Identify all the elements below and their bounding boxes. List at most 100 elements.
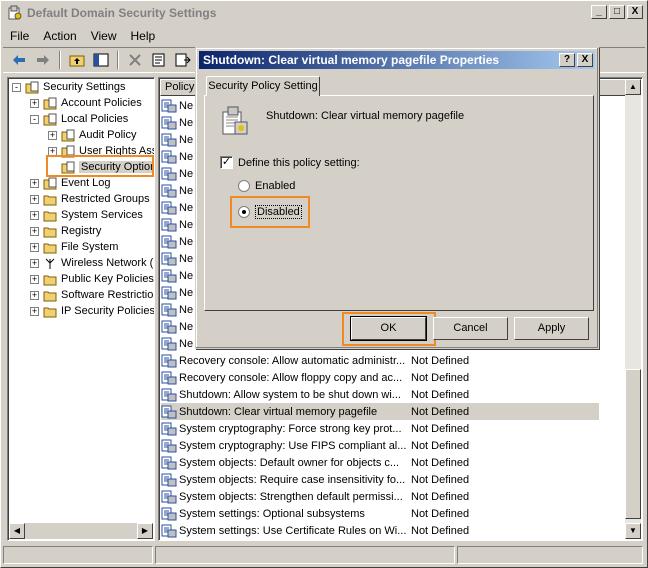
define-policy-checkbox[interactable]: ✓ [220,156,233,169]
expand-icon[interactable]: + [30,178,39,188]
minimize-button[interactable]: _ [591,5,607,19]
tree-item-audit-policy[interactable]: + Audit Policy [48,127,136,143]
scroll-left-button[interactable]: ◀ [9,523,25,539]
menu-view[interactable]: View [84,27,124,45]
tree-item-event-log[interactable]: + Event Log [30,175,111,191]
tree-item-security-settings[interactable]: - Security Settings [12,79,126,95]
tree-item-software-restriction-i[interactable]: + Software Restriction I [30,287,155,303]
policy-folder-icon [61,129,75,141]
policy-icon [161,354,177,367]
status-bar [3,546,645,566]
dialog-help-button[interactable]: ? [559,53,575,67]
apply-button[interactable]: Apply [514,317,589,340]
folder-icon [43,227,57,237]
dialog-close-button[interactable]: X [577,53,593,67]
policy-cell: Ne [179,252,194,265]
tree-item-label: IP Security Policies on [61,305,155,317]
show-tree-button[interactable] [91,51,111,69]
tree-item-registry[interactable]: + Registry [30,223,101,239]
cancel-button[interactable]: Cancel [433,317,508,340]
tree-item-label: System Services [61,209,143,221]
policy-icon [161,303,177,316]
collapse-icon[interactable]: - [12,82,21,92]
list-item[interactable]: System objects: Default owner for object… [161,454,599,471]
policy-icon [161,184,177,197]
tree-item-wireless-network-iee[interactable]: + Wireless Network (IEE [30,255,154,271]
back-button[interactable] [9,51,29,69]
tree-item-ip-security-policies-on[interactable]: + IP Security Policies on [30,303,155,319]
scroll-right-button[interactable]: ▶ [137,523,153,539]
policy-cell: Ne [179,218,194,231]
tree-item-label: Registry [61,225,102,237]
setting-cell: Not Defined [411,371,470,384]
tree-item-label: Software Restriction I [61,289,155,301]
up-level-button[interactable] [67,51,87,69]
close-button[interactable]: X [627,5,643,19]
scroll-down-button[interactable]: ▼ [625,523,641,539]
collapse-icon[interactable]: - [30,114,39,124]
define-policy-label: Define this policy setting: [238,156,360,169]
scroll-thumb[interactable] [625,369,641,519]
menu-file[interactable]: File [3,27,36,45]
policy-icon [161,252,177,265]
expand-icon[interactable]: + [30,274,39,284]
expand-icon[interactable]: + [30,226,39,236]
folder-icon [43,113,57,125]
list-item[interactable]: Shutdown: Clear virtual memory pagefile N… [161,403,599,420]
enabled-radio[interactable] [238,180,250,192]
folder-icon [43,275,57,285]
properties-button[interactable] [149,51,169,69]
delete-button[interactable] [125,51,145,69]
forward-button[interactable] [33,51,53,69]
horizontal-scrollbar[interactable]: ◀ ▶ [9,523,153,539]
expand-icon[interactable]: + [30,194,39,204]
maximize-button[interactable]: □ [609,5,625,19]
list-item[interactable]: System settings: Use Certificate Rules o… [161,522,599,539]
tree-item-restricted-groups[interactable]: + Restricted Groups [30,191,150,207]
define-policy-checkbox-row[interactable]: ✓ Define this policy setting: [220,156,360,169]
disabled-highlight-box [230,196,310,228]
expand-icon[interactable]: + [30,290,39,300]
dialog-titlebar[interactable]: Shutdown: Clear virtual memory pagefile … [199,51,595,69]
setting-cell: Not Defined [411,524,470,537]
expand-icon[interactable]: + [30,98,39,108]
policy-cell: Recovery console: Allow floppy copy and … [179,371,403,384]
list-item[interactable]: Shutdown: Allow system to be shut down w… [161,386,599,403]
arrow-left-icon [13,55,25,65]
tree-item-label: Security Settings [43,81,126,93]
export-list-button[interactable] [173,51,193,69]
setting-cell: Not Defined [411,473,470,486]
tab-security-policy-setting[interactable]: Security Policy Setting [206,76,320,96]
list-item[interactable]: System objects: Require case insensitivi… [161,471,599,488]
tree-item-public-key-policies[interactable]: + Public Key Policies [30,271,154,287]
scroll-up-button[interactable]: ▲ [625,79,641,95]
policy-icon [161,269,177,282]
list-item[interactable]: Recovery console: Allow automatic admini… [161,352,599,369]
list-item[interactable]: System objects: Strengthen default permi… [161,488,599,505]
list-item[interactable]: System settings: Optional subsystems Not … [161,505,599,522]
tree-item-system-services[interactable]: + System Services [30,207,143,223]
expand-icon[interactable]: + [30,306,39,316]
enabled-label: Enabled [255,180,296,192]
vertical-scrollbar[interactable]: ▲ ▼ [625,79,641,539]
arrow-right-icon [37,55,49,65]
tree-item-local-policies[interactable]: - Local Policies [30,111,128,127]
expand-icon[interactable]: + [30,258,39,268]
expand-icon[interactable]: + [30,242,39,252]
tree-item-label: Account Policies [61,97,142,109]
tree-item-file-system[interactable]: + File System [30,239,118,255]
list-item[interactable]: Recovery console: Allow floppy copy and … [161,369,599,386]
list-item[interactable]: System cryptography: Use FIPS compliant … [161,437,599,454]
policy-icon [161,405,177,418]
policy-icon [161,218,177,231]
policy-icon [161,371,177,384]
list-item[interactable]: System cryptography: Force strong key pr… [161,420,599,437]
expand-icon[interactable]: + [48,130,57,140]
enabled-radio-row[interactable]: Enabled [238,180,295,192]
menu-help[interactable]: Help [124,27,163,45]
tree-item-account-policies[interactable]: + Account Policies [30,95,142,111]
menu-action[interactable]: Action [36,27,83,45]
window-titlebar[interactable]: Default Domain Security Settings _ □ X [3,3,645,23]
policy-cell: Shutdown: Clear virtual memory pagefile [179,405,378,418]
expand-icon[interactable]: + [30,210,39,220]
